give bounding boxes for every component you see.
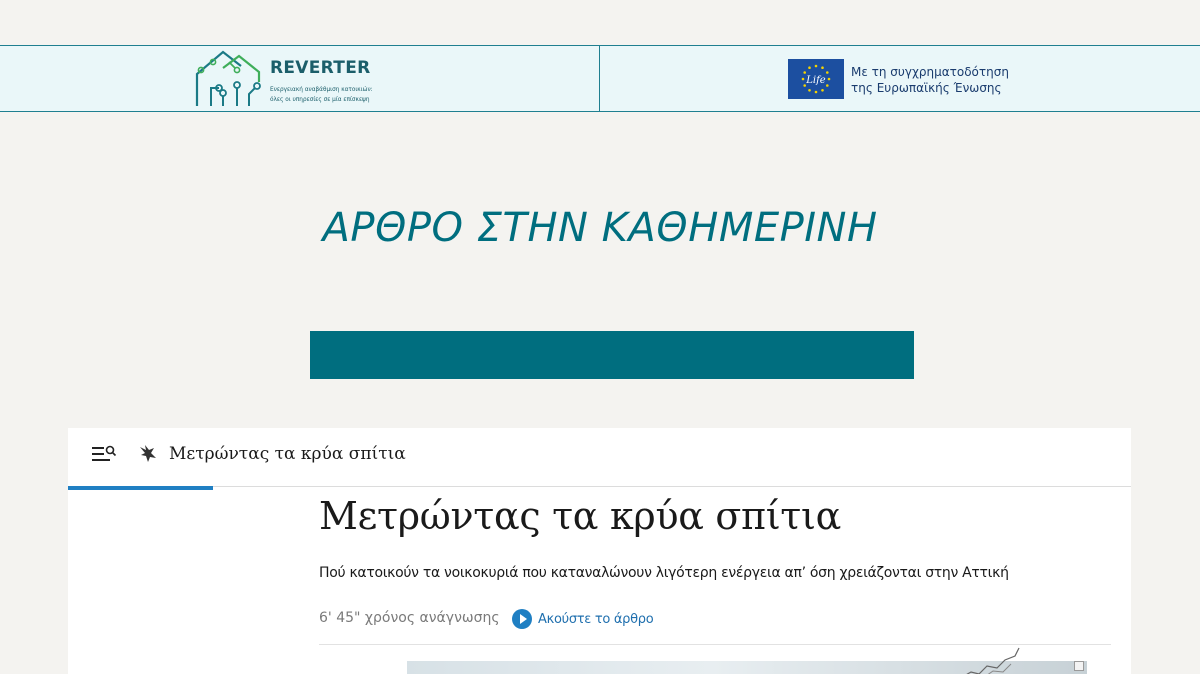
listen-article-label: Ακούστε το άρθρο	[538, 611, 654, 627]
map-sketch-icon	[966, 647, 1020, 674]
reading-progress-bar	[68, 486, 213, 490]
article-topbar: Μετρώντας τα κρύα σπίτια	[68, 428, 1131, 490]
eu-text-line1: Με τη συγχρηματοδότηση	[851, 65, 1009, 79]
reverter-logo[interactable]: REVERTER Ενεργειακή αναβάθμιση κατοικιών…	[193, 48, 393, 110]
page-title: ΑΡΘΡΟ ΣΤΗΝ ΚΑΘΗΜΕΡΙΝΗ	[322, 205, 878, 251]
eu-logo-text: Life	[805, 75, 826, 86]
house-circuit-icon	[195, 50, 261, 106]
menu-search-icon[interactable]	[90, 444, 118, 464]
article-subtitle: Πού κατοικούν τα νοικοκυριά που καταναλώ…	[319, 565, 1009, 581]
article-screenshot: Μετρώντας τα κρύα σπίτια Μετρώντας τα κρ…	[68, 428, 1131, 674]
eu-cofunding-text: Με τη συγχρηματοδότηση της Ευρωπαϊκής Έν…	[851, 64, 1009, 96]
listen-article-button[interactable]: Ακούστε το άρθρο	[512, 608, 654, 630]
reverter-tagline-line2: όλες οι υπηρεσίες σε μία επίσκεψη	[270, 95, 370, 103]
play-icon	[512, 609, 532, 629]
topbar-article-title: Μετρώντας τα κρύα σπίτια	[169, 444, 406, 464]
reverter-title: REVERTER	[270, 58, 371, 78]
teal-accent-bar	[310, 331, 914, 379]
reading-time: 6' 45" χρόνος ανάγνωσης	[319, 610, 500, 626]
expand-icon[interactable]	[1074, 661, 1084, 671]
eu-life-flag-icon: Life	[788, 59, 844, 99]
eu-text-line2: της Ευρωπαϊκής Ένωσης	[851, 81, 1002, 95]
kathimerini-bird-icon[interactable]	[136, 441, 160, 465]
banner-left: REVERTER Ενεργειακή αναβάθμιση κατοικιών…	[0, 46, 600, 111]
reverter-tagline-line1: Ενεργειακή αναβάθμιση κατοικιών:	[270, 85, 373, 93]
header-banner: REVERTER Ενεργειακή αναβάθμιση κατοικιών…	[0, 45, 1200, 112]
article-title: Μετρώντας τα κρύα σπίτια	[319, 494, 841, 538]
